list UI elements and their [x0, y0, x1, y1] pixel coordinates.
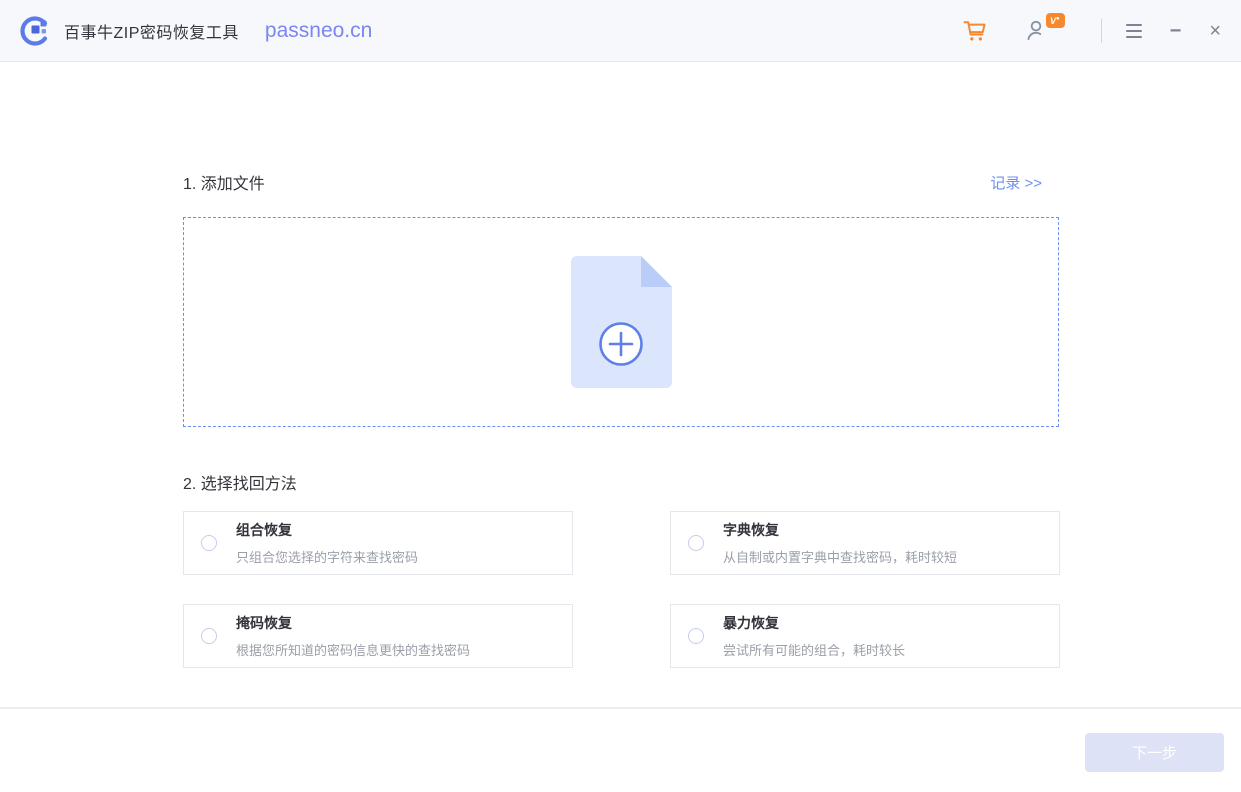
radio-dictionary[interactable] — [688, 535, 704, 551]
add-file-icon[interactable] — [571, 256, 672, 388]
radio-bruteforce[interactable] — [688, 628, 704, 644]
method-card-combination[interactable]: 组合恢复 只组合您选择的字符来查找密码 — [183, 511, 573, 575]
radio-combination[interactable] — [201, 535, 217, 551]
app-title: 百事牛ZIP密码恢复工具 — [64, 19, 239, 43]
method-desc: 尝试所有可能的组合，耗时较长 — [723, 640, 905, 659]
method-desc: 从自制或内置字典中查找密码，耗时较短 — [723, 547, 957, 566]
minimize-button[interactable]: − — [1170, 21, 1182, 41]
method-desc: 根据您所知道的密码信息更快的查找密码 — [236, 640, 470, 659]
app-logo-icon — [18, 14, 52, 48]
add-file-header: 1. 添加文件 记录 >> — [183, 170, 1060, 194]
next-step-button[interactable]: 下一步 — [1085, 733, 1224, 772]
titlebar-divider — [1101, 19, 1102, 43]
titlebar-actions: V● − × — [961, 17, 1221, 45]
method-title: 组合恢复 — [236, 520, 418, 540]
user-account-icon[interactable]: V● — [1023, 18, 1049, 44]
history-link[interactable]: 记录 >> — [990, 172, 1042, 193]
method-card-bruteforce[interactable]: 暴力恢复 尝试所有可能的组合，耗时较长 — [670, 604, 1060, 668]
file-dropzone[interactable] — [183, 217, 1059, 427]
close-button[interactable]: × — [1209, 21, 1221, 41]
method-section-title: 2. 选择找回方法 — [183, 470, 297, 494]
site-link[interactable]: passneo.cn — [265, 19, 372, 43]
method-desc: 只组合您选择的字符来查找密码 — [236, 547, 418, 566]
method-title: 暴力恢复 — [723, 613, 905, 633]
vip-badge: V● — [1046, 13, 1065, 28]
menu-icon[interactable] — [1126, 24, 1142, 38]
titlebar: 百事牛ZIP密码恢复工具 passneo.cn V● − × — [0, 0, 1241, 62]
footer-divider — [0, 707, 1241, 709]
method-card-mask[interactable]: 掩码恢复 根据您所知道的密码信息更快的查找密码 — [183, 604, 573, 668]
shopping-cart-icon[interactable] — [961, 17, 989, 45]
method-card-dictionary[interactable]: 字典恢复 从自制或内置字典中查找密码，耗时较短 — [670, 511, 1060, 575]
add-file-title: 1. 添加文件 — [183, 170, 265, 194]
method-title: 掩码恢复 — [236, 613, 470, 633]
method-title: 字典恢复 — [723, 520, 957, 540]
radio-mask[interactable] — [201, 628, 217, 644]
method-options: 组合恢复 只组合您选择的字符来查找密码 字典恢复 从自制或内置字典中查找密码，耗… — [183, 511, 1060, 668]
